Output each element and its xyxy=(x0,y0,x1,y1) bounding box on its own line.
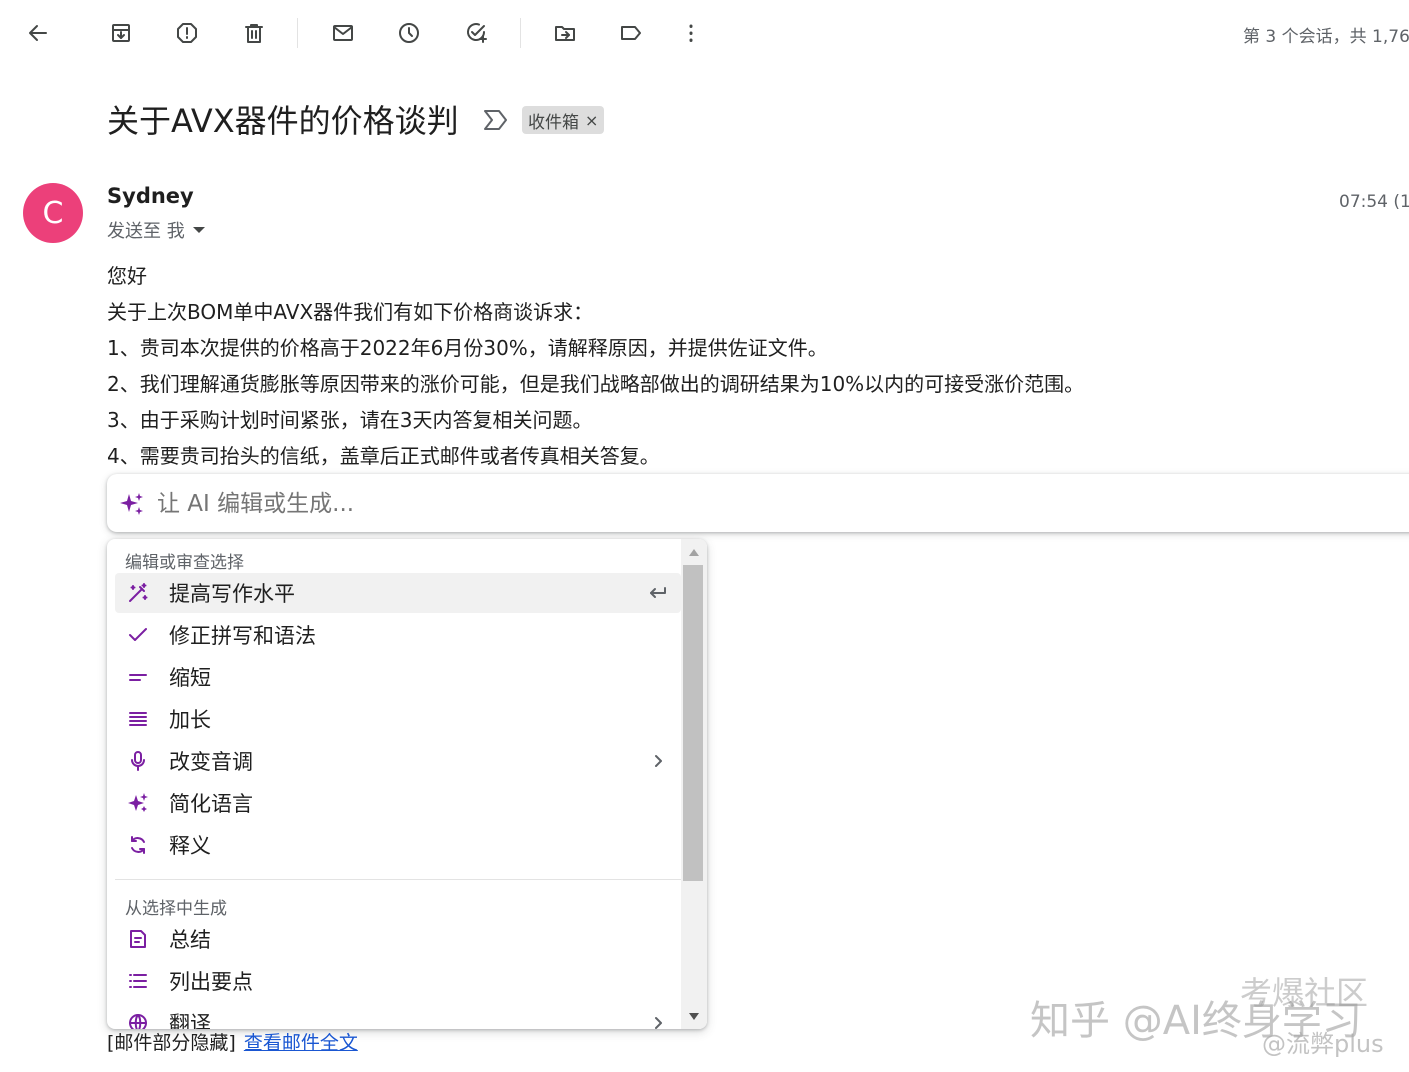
view-full-message-link[interactable]: 查看邮件全文 xyxy=(244,1032,358,1054)
menu-scrollbar[interactable] xyxy=(681,539,707,1029)
menu-item-label: 修正拼写和语法 xyxy=(169,624,316,648)
recipient-label: 发送至 我 xyxy=(107,221,185,242)
add-task-button[interactable] xyxy=(457,14,495,52)
toolbar: 第 3 个会话，共 1,764 xyxy=(0,0,1409,66)
more-vert-icon xyxy=(689,24,693,42)
ai-prompt-bar xyxy=(107,474,1409,532)
sender-name[interactable]: Sydney xyxy=(107,184,194,208)
menu-item-rephrase[interactable]: 释义 xyxy=(115,825,681,865)
menu-item-improve-writing[interactable]: 提高写作水平 xyxy=(115,573,681,613)
clipped-label: [邮件部分隐藏] xyxy=(107,1032,236,1054)
folder-move-icon xyxy=(555,26,575,41)
conversation-counter: 第 3 个会话，共 1,764 xyxy=(1243,27,1409,47)
microphone-icon xyxy=(127,750,149,772)
watermark: @流弊plus xyxy=(1262,1030,1384,1058)
menu-item-label: 简化语言 xyxy=(169,792,253,816)
label-icon xyxy=(621,26,641,40)
menu-section-title: 从选择中生成 xyxy=(125,899,227,919)
menu-item-summarize[interactable]: 总结 xyxy=(115,919,681,959)
email-subject: 关于AVX器件的价格谈判 xyxy=(107,102,459,140)
menu-item-translate[interactable]: 翻译 xyxy=(115,1003,681,1029)
add-task-icon xyxy=(467,23,487,43)
clock-icon xyxy=(399,23,419,43)
menu-item-label: 总结 xyxy=(169,928,211,952)
menu-item-label: 提高写作水平 xyxy=(169,582,295,606)
body-line: 4、需要贵司抬头的信纸，盖章后正式邮件或者传真相关答复。 xyxy=(107,444,660,468)
menu-divider xyxy=(115,879,681,880)
menu-item-label: 缩短 xyxy=(169,666,211,690)
trash-icon xyxy=(245,24,263,43)
importance-marker-icon[interactable] xyxy=(482,107,510,133)
inbox-label-chip: 收件箱 × xyxy=(522,106,605,134)
report-spam-button[interactable] xyxy=(168,14,206,52)
message-clipped-note: [邮件部分隐藏] 查看邮件全文 xyxy=(107,1028,358,1055)
body-line: 2、我们理解通货膨胀等原因带来的涨价可能，但是我们战略部做出的调研结果为10%以… xyxy=(107,372,1085,396)
recipient-details[interactable]: 发送至 我 xyxy=(107,217,205,243)
delete-button[interactable] xyxy=(235,14,273,52)
menu-item-list-key-points[interactable]: 列出要点 xyxy=(115,961,681,1001)
arrow-back-icon xyxy=(29,25,47,41)
toolbar-divider xyxy=(520,18,521,48)
menu-item-label: 翻译 xyxy=(169,1012,211,1029)
scrollbar-thumb[interactable] xyxy=(683,565,703,881)
enter-key-icon xyxy=(647,582,669,604)
menu-item-simplify[interactable]: 简化语言 xyxy=(115,783,681,823)
bullet-list-icon xyxy=(127,970,149,992)
back-button[interactable] xyxy=(19,14,57,52)
ai-actions-menu: 编辑或审查选择 提高写作水平 修正拼写和语法 缩短 加长 改变音调 简化语言 释… xyxy=(107,539,707,1029)
menu-item-change-tone[interactable]: 改变音调 xyxy=(115,741,681,781)
menu-item-fix-spelling[interactable]: 修正拼写和语法 xyxy=(115,615,681,655)
toolbar-divider xyxy=(297,18,298,48)
lengthen-icon xyxy=(127,708,149,730)
sparkle-icon xyxy=(127,792,149,814)
summary-icon xyxy=(127,928,149,950)
sparkle-icon xyxy=(120,493,143,515)
chevron-right-icon xyxy=(647,1012,669,1029)
mark-unread-button[interactable] xyxy=(324,14,362,52)
labels-button[interactable] xyxy=(612,14,650,52)
label-chip-text: 收件箱 xyxy=(528,112,579,133)
body-line: 关于上次BOM单中AVX器件我们有如下价格商谈诉求： xyxy=(107,300,594,324)
menu-item-label: 加长 xyxy=(169,708,211,732)
archive-button[interactable] xyxy=(102,14,140,52)
mail-icon xyxy=(333,25,353,41)
menu-item-label: 列出要点 xyxy=(169,970,253,994)
body-line: 3、由于采购计划时间紧张，请在3天内答复相关问题。 xyxy=(107,408,593,432)
sender-avatar[interactable]: C xyxy=(23,183,83,243)
body-line: 您好 xyxy=(107,264,147,288)
menu-item-lengthen[interactable]: 加长 xyxy=(115,699,681,739)
email-timestamp: 07:54 (1小 xyxy=(1339,192,1409,212)
move-to-button[interactable] xyxy=(546,14,584,52)
menu-item-shorten[interactable]: 缩短 xyxy=(115,657,681,697)
chevron-right-icon xyxy=(647,750,669,772)
archive-icon xyxy=(112,24,130,42)
scroll-up-arrow-icon[interactable] xyxy=(689,549,699,556)
report-icon xyxy=(177,23,197,43)
more-button[interactable] xyxy=(672,14,710,52)
menu-section-title: 编辑或审查选择 xyxy=(125,553,244,573)
email-body: 您好 关于上次BOM单中AVX器件我们有如下价格商谈诉求： 1、贵司本次提供的价… xyxy=(107,258,1084,474)
ai-prompt-input[interactable] xyxy=(155,484,1359,524)
menu-item-label: 改变音调 xyxy=(169,750,253,774)
magic-wand-icon xyxy=(127,582,149,604)
chevron-down-icon[interactable] xyxy=(192,227,205,233)
body-line: 1、贵司本次提供的价格高于2022年6月份30%，请解释原因，并提供佐证文件。 xyxy=(107,336,828,360)
snooze-button[interactable] xyxy=(390,14,428,52)
shorten-icon xyxy=(127,666,149,688)
remove-label-button[interactable]: × xyxy=(585,111,598,130)
menu-item-label: 释义 xyxy=(169,834,211,858)
scroll-down-arrow-icon[interactable] xyxy=(689,1013,699,1020)
globe-icon xyxy=(127,1012,149,1029)
check-icon xyxy=(127,624,149,646)
rephrase-icon xyxy=(127,834,149,856)
